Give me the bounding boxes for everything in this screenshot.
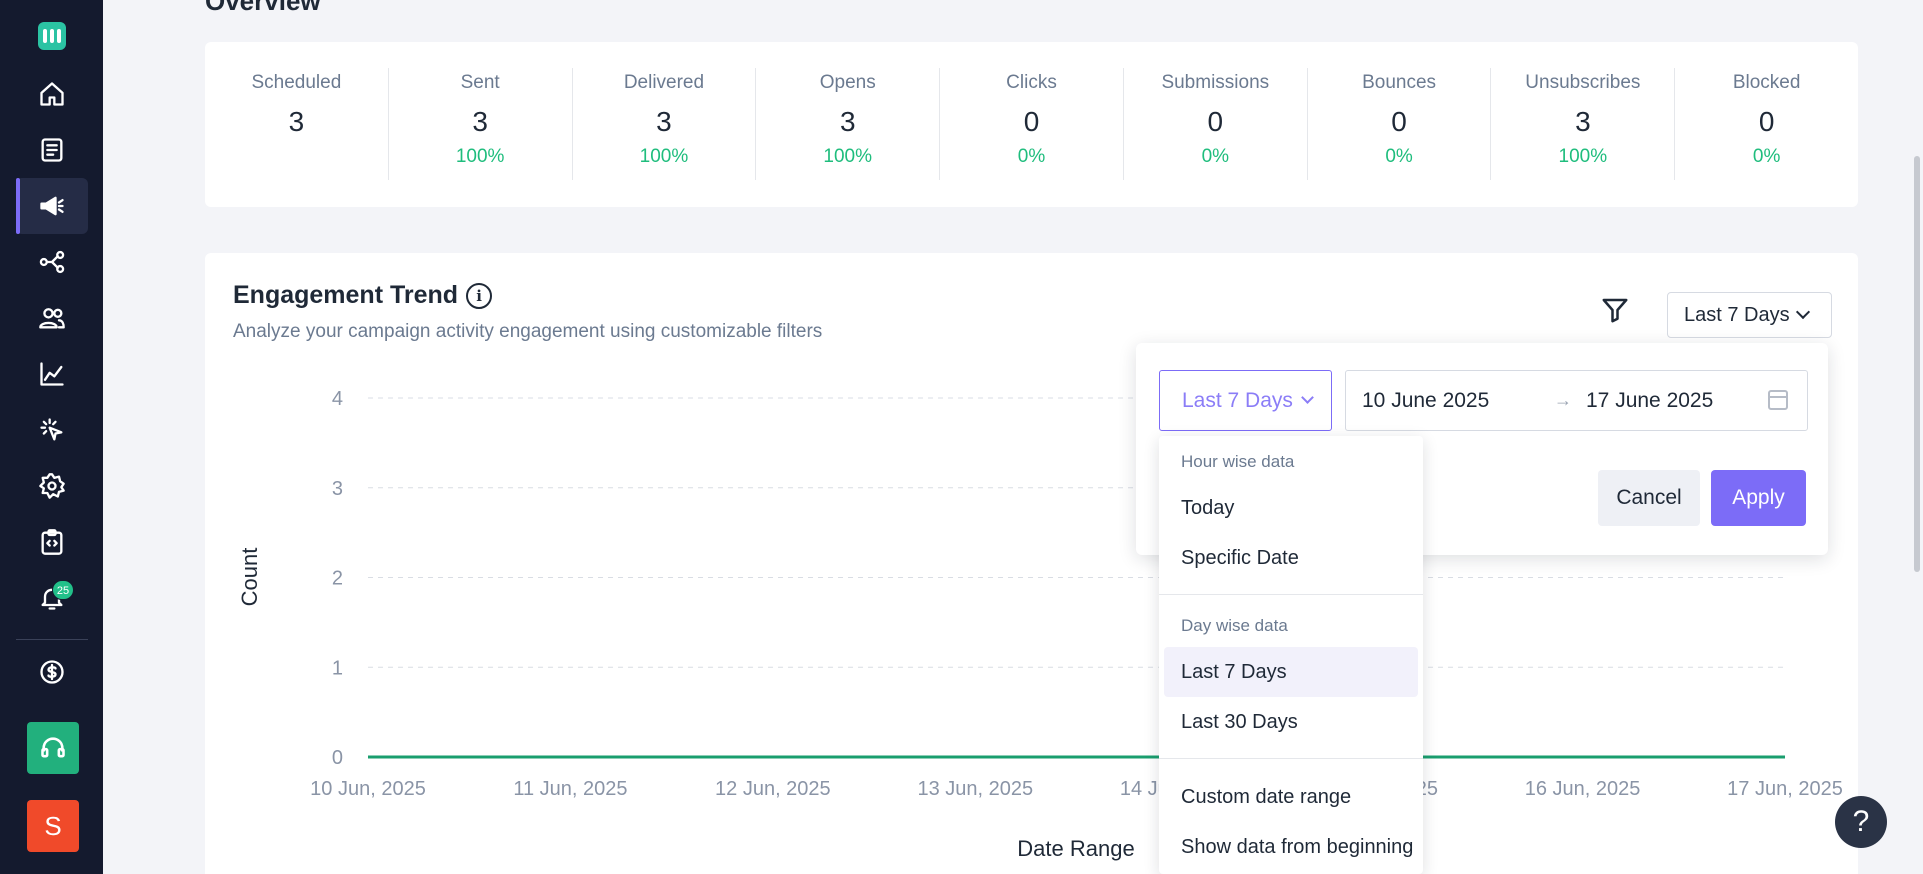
- y-tick-label: 4: [332, 388, 343, 410]
- preset-menu: Hour wise data Today Specific Date Day w…: [1159, 436, 1423, 874]
- help-button[interactable]: ?: [1835, 796, 1887, 848]
- apply-button[interactable]: Apply: [1711, 470, 1806, 526]
- chevron-down-icon: [1301, 391, 1314, 404]
- menu-item-show-all[interactable]: Show data from beginning: [1164, 822, 1418, 872]
- x-tick-label: 13 Jun, 2025: [917, 778, 1033, 800]
- start-date[interactable]: 10 June 2025: [1362, 389, 1489, 413]
- menu-divider: [1159, 758, 1423, 759]
- x-tick-label: 10 Jun, 2025: [310, 778, 426, 800]
- date-range-input[interactable]: 10 June 2025 → 17 June 2025: [1345, 370, 1808, 431]
- arrow-right-icon: →: [1554, 390, 1572, 410]
- menu-item-custom-range[interactable]: Custom date range: [1164, 772, 1418, 822]
- menu-group-label: Hour wise data: [1181, 452, 1295, 471]
- preset-select-label: Last 7 Days: [1182, 388, 1293, 412]
- preset-select[interactable]: Last 7 Days: [1159, 370, 1332, 431]
- calendar-icon[interactable]: [1768, 390, 1788, 410]
- x-tick-label: 16 Jun, 2025: [1525, 778, 1641, 800]
- y-tick-label: 2: [332, 568, 343, 590]
- cancel-button[interactable]: Cancel: [1598, 470, 1700, 526]
- end-date[interactable]: 17 June 2025: [1586, 389, 1713, 413]
- menu-item-specific-date[interactable]: Specific Date: [1164, 533, 1418, 583]
- y-tick-label: 3: [332, 478, 343, 500]
- scrollbar-thumb[interactable]: [1914, 156, 1920, 572]
- x-tick-label: 11 Jun, 2025: [513, 778, 627, 800]
- y-tick-label: 0: [332, 747, 343, 769]
- x-axis-label: Date Range: [1017, 836, 1134, 861]
- menu-divider: [1159, 594, 1423, 595]
- y-tick-label: 1: [332, 657, 343, 679]
- menu-group-label: Day wise data: [1181, 616, 1288, 635]
- menu-item-today[interactable]: Today: [1164, 483, 1418, 533]
- x-tick-label: 17 Jun, 2025: [1727, 778, 1843, 800]
- menu-item-last-30-days[interactable]: Last 30 Days: [1164, 697, 1418, 747]
- y-axis-label: Count: [237, 548, 262, 607]
- x-tick-label: 12 Jun, 2025: [715, 778, 831, 800]
- menu-item-last-7-days[interactable]: Last 7 Days: [1164, 647, 1418, 697]
